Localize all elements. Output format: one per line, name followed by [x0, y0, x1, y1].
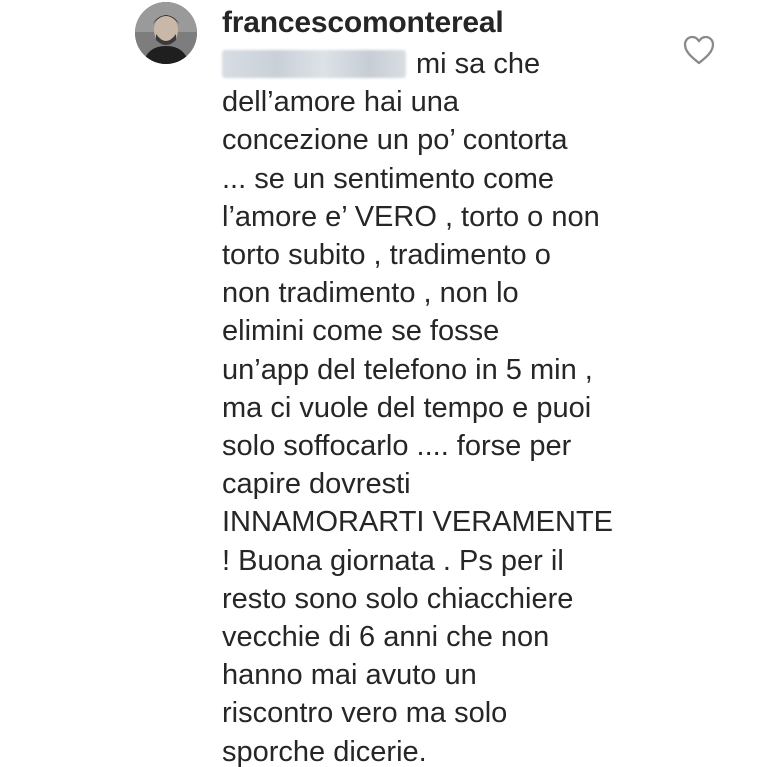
user-avatar[interactable] [135, 2, 197, 64]
comment-text: mi sa che dell’amore hai una concezione … [222, 45, 692, 767]
blurred-mention[interactable] [222, 50, 406, 78]
comment-line: resto sono solo chiacchiere [222, 582, 574, 615]
comment-item: francescomontereal mi sa che dell’amore … [0, 0, 767, 767]
comment-line: hanno mai avuto un [222, 659, 477, 692]
comment-line: l’amore e’ VERO , torto o non [222, 200, 600, 233]
comment-line: un’app del telefono in 5 min , [222, 353, 593, 386]
comment-line: ma ci vuole del tempo e puoi [222, 391, 592, 424]
comment-line: mi sa che [222, 45, 692, 83]
avatar-photo-icon [135, 2, 197, 64]
comment-line: concezione un po’ contorta [222, 124, 568, 157]
comment-line: elimini come se fosse [222, 315, 500, 348]
comment-line: ... se un sentimento come [222, 162, 555, 195]
comment-line: capire dovresti [222, 468, 411, 501]
comment-line: dell’amore hai una [222, 86, 459, 119]
comment-line: vecchie di 6 anni che non [222, 621, 550, 654]
comment-line: solo soffocarlo .... forse per [222, 430, 572, 463]
comment-line: ! Buona giornata . Ps per il [222, 544, 564, 577]
comment-line: torto subito , tradimento o [222, 239, 551, 272]
comment-line: non tradimento , non lo [222, 277, 519, 310]
comment-line: riscontro vero ma solo [222, 697, 508, 730]
comment-username[interactable]: francescomontereal [222, 4, 504, 42]
comment-line: sporche dicerie. [222, 735, 427, 767]
comment-line-text: mi sa che [416, 48, 541, 80]
comment-line: INNAMORARTI VERAMENTE [222, 506, 614, 539]
